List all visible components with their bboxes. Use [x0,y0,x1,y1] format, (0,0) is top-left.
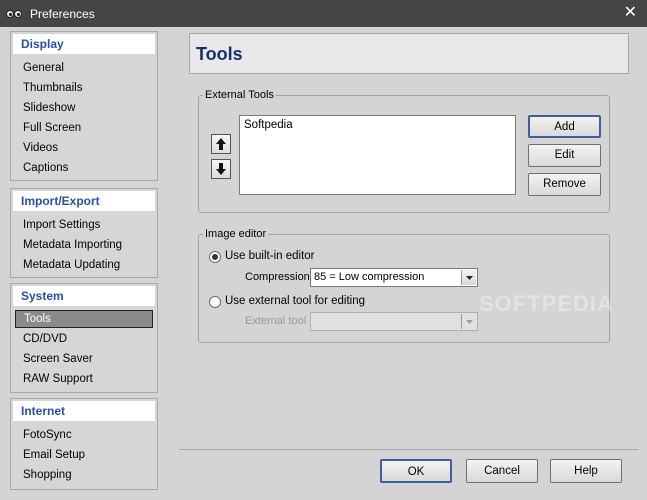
list-item[interactable]: Softpedia [240,116,515,134]
image-editor-group: Image editor Use built-in editor Compres… [198,228,610,343]
cancel-button[interactable]: Cancel [466,459,538,483]
title-bar: Preferences ✕ [0,0,647,27]
remove-button[interactable]: Remove [528,173,601,196]
group-system: System Tools CD/DVD Screen Saver RAW Sup… [10,283,158,393]
compression-value: 85 = Low compression [314,271,425,283]
group-internet: Internet FotoSync Email Setup Shopping [10,398,158,490]
group-header-import-export[interactable]: Import/Export [13,191,155,211]
sidebar-item-screen-saver[interactable]: Screen Saver [15,349,153,369]
sidebar-item-email-setup[interactable]: Email Setup [15,445,153,465]
group-header-internet[interactable]: Internet [13,401,155,421]
sidebar-item-metadata-importing[interactable]: Metadata Importing [15,235,153,255]
image-editor-legend: Image editor [203,228,269,240]
sidebar-item-full-screen[interactable]: Full Screen [15,118,153,138]
sidebar-item-videos[interactable]: Videos [15,138,153,158]
arrow-down-icon [216,163,226,175]
external-editor-label: Use external tool for editing [225,295,365,307]
sidebar-item-fotosync[interactable]: FotoSync [15,425,153,445]
arrow-up-icon [216,138,226,150]
sidebar-item-general[interactable]: General [15,58,153,78]
compression-label: Compression [245,271,310,283]
external-tools-list[interactable]: Softpedia [239,115,516,195]
sidebar-item-tools[interactable]: Tools [15,310,153,328]
sidebar-item-cd-dvd[interactable]: CD/DVD [15,329,153,349]
footer-divider [179,449,638,450]
watermark: SOFTPEDIA [479,291,614,316]
page-header: Tools [189,33,629,74]
group-import-export: Import/Export Import Settings Metadata I… [10,188,158,278]
external-tool-label: External tool [245,315,307,327]
app-eyes-icon [6,7,24,21]
compression-select[interactable]: 85 = Low compression [310,268,478,287]
move-up-button[interactable] [211,134,231,154]
add-button[interactable]: Add [528,115,601,138]
sidebar-item-import-settings[interactable]: Import Settings [15,215,153,235]
ok-button[interactable]: OK [380,459,452,483]
window-title: Preferences [30,6,95,21]
external-tools-group: External Tools Softpedia Add Edit Remove [198,89,610,213]
chevron-down-icon[interactable] [461,270,476,285]
edit-button[interactable]: Edit [528,144,601,167]
main-panel: Tools External Tools Softpedia Add Edit … [179,31,638,493]
external-editor-radio[interactable] [209,296,221,308]
external-tool-select [310,312,478,331]
group-display: Display General Thumbnails Slideshow Ful… [10,31,158,181]
close-icon[interactable]: ✕ [624,4,637,22]
sidebar-item-thumbnails[interactable]: Thumbnails [15,78,153,98]
sidebar: Display General Thumbnails Slideshow Ful… [10,31,160,493]
sidebar-item-shopping[interactable]: Shopping [15,465,153,485]
sidebar-item-raw-support[interactable]: RAW Support [15,369,153,389]
move-down-button[interactable] [211,159,231,179]
group-header-display[interactable]: Display [13,34,155,54]
builtin-editor-label: Use built-in editor [225,250,315,262]
sidebar-item-slideshow[interactable]: Slideshow [15,98,153,118]
sidebar-item-captions[interactable]: Captions [15,158,153,178]
page-title: Tools [196,44,243,64]
builtin-editor-radio[interactable] [209,251,221,263]
external-tools-legend: External Tools [203,89,276,101]
help-button[interactable]: Help [550,459,622,483]
sidebar-item-metadata-updating[interactable]: Metadata Updating [15,255,153,275]
chevron-down-icon [461,314,476,329]
group-header-system[interactable]: System [13,286,155,306]
